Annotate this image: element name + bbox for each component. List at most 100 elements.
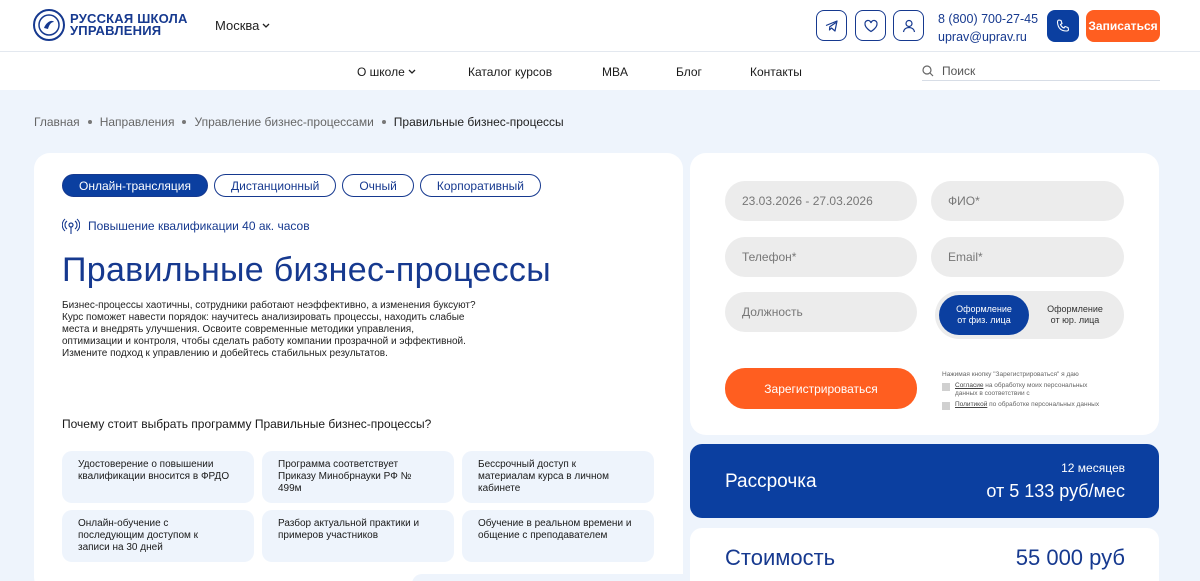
- tab-distance[interactable]: Дистанционный: [214, 174, 337, 197]
- fio-placeholder: ФИО*: [948, 194, 980, 208]
- favorites-button[interactable]: [855, 10, 886, 41]
- policy-checkbox[interactable]: [942, 402, 950, 410]
- search-input[interactable]: Поиск: [922, 61, 1160, 81]
- tab-corporate[interactable]: Корпоративный: [419, 174, 542, 197]
- account-button[interactable]: [893, 10, 924, 41]
- description-line: Измените подход к управлению и добейтесь…: [62, 348, 388, 359]
- installment-label: Рассрочка: [725, 471, 817, 492]
- feature-text-line: примеров участников: [278, 530, 379, 541]
- feature-card: Удостоверение о повышении квалификации в…: [62, 451, 254, 503]
- toggle-line: от физ. лица: [957, 315, 1011, 325]
- breadcrumb-separator: [381, 120, 386, 124]
- feature-card: Обучение в реальном времени и общение с …: [462, 510, 654, 562]
- nav-item-catalog[interactable]: Каталог курсов: [468, 65, 552, 79]
- description-line: места и внедрять улучшения. Освоите совр…: [62, 324, 414, 335]
- policy-text: по обработке персональных данных: [987, 401, 1100, 408]
- header-phone[interactable]: 8 (800) 700-27-45: [938, 10, 1038, 28]
- nav-item-about[interactable]: О школе: [357, 65, 416, 79]
- nav-item-mba[interactable]: MBA: [602, 65, 628, 79]
- breadcrumb: Главная Направления Управление бизнес-пр…: [34, 115, 564, 129]
- chevron-down-icon: [408, 69, 416, 74]
- phone-field[interactable]: Телефон*: [725, 237, 917, 277]
- telegram-icon: [825, 19, 838, 32]
- installment-months: 12 месяцев: [1061, 461, 1125, 475]
- consent-text: данных в соответствии с: [955, 390, 1030, 397]
- logo[interactable]: РУССКАЯ ШКОЛА УПРАВЛЕНИЯ: [33, 9, 188, 41]
- call-button[interactable]: [1047, 10, 1079, 42]
- toggle-line: от юр. лица: [1050, 315, 1100, 325]
- description-line: Бизнес-процессы хаотичны, сотрудники раб…: [62, 300, 476, 311]
- course-description: Бизнес-процессы хаотичны, сотрудники раб…: [62, 300, 502, 360]
- why-heading: Почему стоит выбрать программу Правильны…: [62, 417, 432, 431]
- installment-amount: от 5 133 руб/мес: [986, 481, 1125, 501]
- user-icon: [902, 19, 915, 32]
- feature-text-line: Обучение в реальном времени и: [478, 518, 632, 529]
- feature-text-line: записи на 30 дней: [78, 542, 163, 553]
- nav-item-label: Блог: [676, 65, 702, 79]
- nav-item-contacts[interactable]: Контакты: [750, 65, 802, 79]
- toggle-line: Оформление: [956, 304, 1012, 314]
- consent-link[interactable]: Согласие: [955, 382, 983, 389]
- feature-text-line: общение с преподавателем: [478, 530, 608, 541]
- breadcrumb-separator: [182, 120, 187, 124]
- nav-item-label: Каталог курсов: [468, 65, 553, 79]
- telegram-button[interactable]: [816, 10, 847, 41]
- feature-text-line: Бессрочный доступ к: [478, 459, 576, 470]
- breadcrumb-home[interactable]: Главная: [34, 115, 80, 129]
- consent-block: Нажимая кнопку "Зарегистрироваться" я да…: [942, 371, 1122, 410]
- feature-text-line: кабинете: [478, 483, 521, 494]
- feature-text-line: квалификации вносится в ФРДО: [78, 471, 230, 482]
- date-select[interactable]: 23.03.2026 - 27.03.2026: [725, 181, 917, 221]
- feature-card: Бессрочный доступ к материалам курса в л…: [462, 451, 654, 503]
- consent-checkbox[interactable]: [942, 383, 950, 391]
- registration-form: 23.03.2026 - 27.03.2026 ФИО* Телефон* Em…: [690, 153, 1159, 435]
- policy-link[interactable]: Политикой: [955, 401, 987, 408]
- toggle-line: Оформление: [1047, 304, 1103, 314]
- feature-card: Онлайн-обучение с последующим доступом к…: [62, 510, 254, 562]
- description-line: Курс поможет навести порядок: научитесь …: [62, 312, 465, 323]
- price-card: Стоимость 55 000 руб: [690, 528, 1159, 581]
- city-selector[interactable]: Москва: [215, 18, 270, 33]
- logo-line-2: УПРАВЛЕНИЯ: [70, 23, 162, 38]
- description-line: оптимизации и контроля, чтобы сделать ра…: [62, 336, 466, 347]
- date-value: 23.03.2026 - 27.03.2026: [742, 194, 873, 208]
- city-label: Москва: [215, 18, 260, 33]
- installment-card: Рассрочка 12 месяцев от 5 133 руб/мес: [690, 444, 1159, 518]
- search-icon: [922, 64, 934, 76]
- course-info-card: Онлайн-трансляция Дистанционный Очный Ко…: [34, 153, 683, 581]
- price-value: 55 000 руб: [1015, 545, 1125, 570]
- feature-card: Разбор актуальной практики и примеров уч…: [262, 510, 454, 562]
- logo-emblem-icon: [33, 9, 65, 41]
- phone-icon: [1056, 19, 1070, 32]
- nav-item-blog[interactable]: Блог: [676, 65, 702, 79]
- position-field[interactable]: Должность: [725, 292, 917, 332]
- header-email[interactable]: uprav@uprav.ru: [938, 28, 1038, 46]
- site-header: РУССКАЯ ШКОЛА УПРАВЛЕНИЯ Москва 8 (800) …: [0, 0, 1200, 52]
- feature-text-line: последующим доступом к: [78, 530, 199, 541]
- register-button[interactable]: Зарегистрироваться: [725, 368, 917, 409]
- breadcrumb-category[interactable]: Управление бизнес-процессами: [194, 115, 373, 129]
- toggle-individual[interactable]: Оформление от физ. лица: [939, 295, 1029, 335]
- payer-type-toggle: Оформление от физ. лица Оформление от юр…: [935, 291, 1124, 339]
- page-title: Правильные бизнес-процессы: [62, 251, 551, 289]
- feature-text-line: Удостоверение о повышении: [78, 459, 214, 470]
- breadcrumb-directions[interactable]: Направления: [100, 115, 175, 129]
- price-label: Стоимость: [725, 545, 836, 570]
- toggle-legal-entity[interactable]: Оформление от юр. лица: [1030, 295, 1120, 335]
- fio-field[interactable]: ФИО*: [931, 181, 1124, 221]
- tab-online[interactable]: Онлайн-трансляция: [62, 174, 209, 197]
- nav-item-label: Контакты: [750, 65, 802, 79]
- position-placeholder: Должность: [742, 305, 803, 319]
- email-placeholder: Email*: [948, 250, 983, 264]
- feature-text-line: 499м: [278, 483, 302, 494]
- consent-intro: Нажимая кнопку "Зарегистрироваться" я да…: [942, 371, 1079, 378]
- signup-button[interactable]: Записаться: [1086, 10, 1160, 42]
- feature-card: Программа соответствует Приказу Минобрна…: [262, 451, 454, 503]
- feature-text-line: Приказу Минобрнауки РФ №: [278, 471, 412, 482]
- breadcrumb-current: Правильные бизнес-процессы: [393, 115, 564, 129]
- search-placeholder: Поиск: [942, 63, 976, 78]
- chevron-down-icon: [262, 23, 270, 28]
- tab-offline[interactable]: Очный: [342, 174, 414, 197]
- header-contacts: 8 (800) 700-27-45 uprav@uprav.ru: [938, 10, 1038, 46]
- email-field[interactable]: Email*: [931, 237, 1124, 277]
